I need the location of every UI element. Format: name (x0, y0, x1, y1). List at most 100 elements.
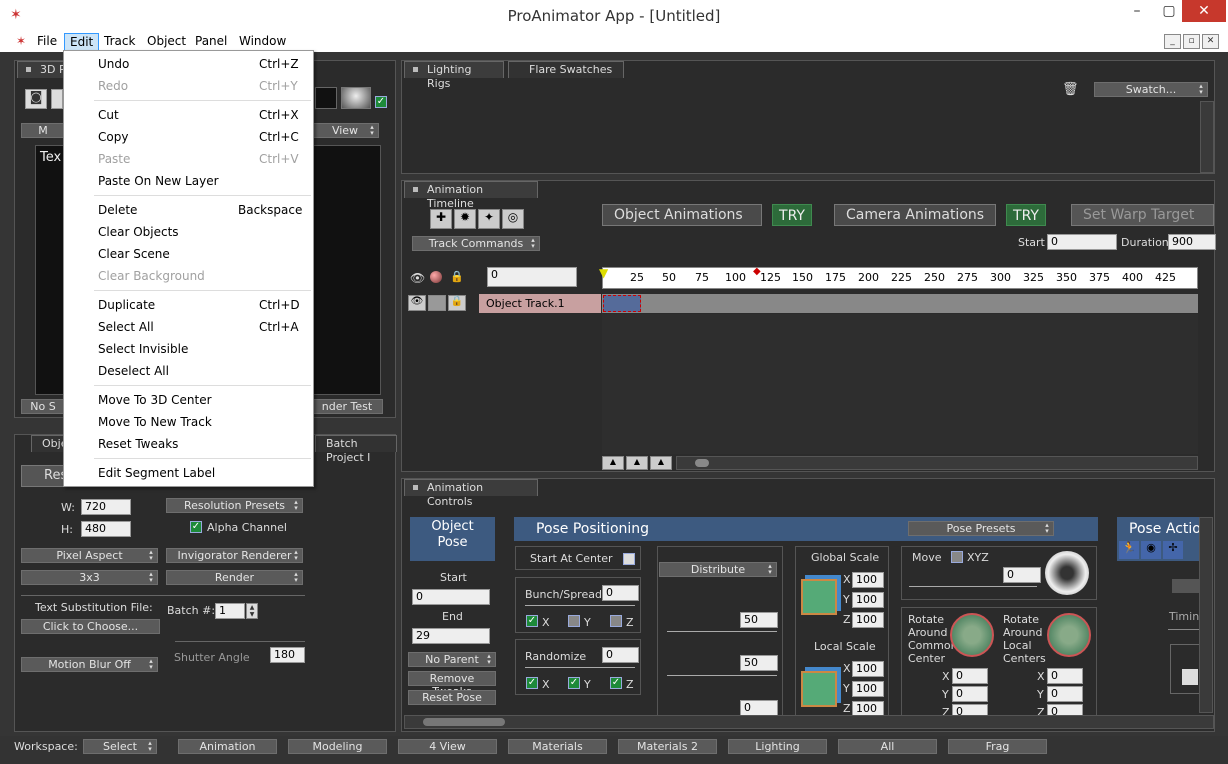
menu-file[interactable]: File (32, 33, 62, 49)
pixel-aspect-dropdown[interactable]: Pixel Aspect (21, 548, 158, 563)
menu-item-delete[interactable]: Delete Backspace (98, 200, 302, 220)
view-dropdown[interactable]: View (311, 123, 379, 138)
controls-hscrollbar[interactable] (404, 715, 1214, 729)
pose-action-spread-icon[interactable]: ✢ (1163, 541, 1183, 559)
track-lane[interactable] (602, 294, 1198, 313)
track-commands-dropdown[interactable]: Track Commands (412, 236, 540, 251)
reset-pose-button[interactable]: Reset Pose (408, 690, 496, 705)
resolution-presets-dropdown[interactable]: Resolution Presets (166, 498, 303, 513)
cube-view-icon[interactable] (51, 89, 63, 109)
menu-item-move-to-3d-center[interactable]: Move To 3D Center (98, 390, 293, 410)
distribute-value-3[interactable]: 0 (740, 700, 778, 716)
add-target-icon[interactable]: ◎ (502, 209, 524, 229)
rotate-local-globe-icon[interactable] (1047, 613, 1091, 657)
track-lock-icon[interactable]: 🔒 (448, 295, 466, 311)
workspace-select-dropdown[interactable]: Select (83, 739, 157, 754)
workspace-frag-button[interactable]: Frag (948, 739, 1047, 754)
menu-item-select-all[interactable]: Select All Ctrl+A (98, 317, 299, 337)
menu-item-redo[interactable]: Redo Ctrl+Y (98, 76, 298, 96)
zoom-in-icon[interactable]: ▲ (650, 456, 672, 470)
set-warp-target-button[interactable]: Set Warp Target (1071, 204, 1214, 226)
close-button[interactable]: ✕ (1182, 0, 1226, 22)
local-scale-x[interactable]: 100 (852, 661, 884, 677)
rotate-local-y[interactable]: 0 (1047, 686, 1083, 702)
duration-input[interactable]: 900 (1168, 234, 1216, 250)
pose-start-input[interactable]: 0 (412, 589, 490, 605)
menu-item-duplicate[interactable]: Duplicate Ctrl+D (98, 295, 300, 315)
rotate-local-x[interactable]: 0 (1047, 668, 1083, 684)
menu-panel[interactable]: Panel (190, 33, 232, 49)
global-scale-x[interactable]: 100 (852, 572, 884, 588)
trash-icon[interactable]: 🗑 (1062, 83, 1079, 97)
menu-track[interactable]: Track (99, 33, 140, 49)
minimize-button[interactable]: – (1122, 0, 1152, 22)
add-light-icon[interactable]: ✹ (454, 209, 476, 229)
background-swatch-icon[interactable] (341, 87, 371, 109)
zoom-out-icon[interactable]: ▲ (602, 456, 624, 470)
workspace-modeling-button[interactable]: Modeling (288, 739, 387, 754)
bunch-spread-input[interactable]: 0 (602, 585, 639, 601)
mdi-close-button[interactable]: ✕ (1202, 34, 1219, 49)
start-input[interactable]: 0 (1047, 234, 1117, 250)
alpha-channel-checkbox[interactable]: ✓ (190, 521, 202, 533)
workspace-animation-button[interactable]: Animation (178, 739, 277, 754)
antialias-grid-dropdown[interactable]: 3x3 (21, 570, 158, 585)
menu-item-copy[interactable]: Copy Ctrl+C (98, 127, 299, 147)
motion-blur-dropdown[interactable]: Motion Blur Off (21, 657, 158, 672)
no-parent-dropdown[interactable]: No Parent (408, 652, 496, 667)
local-scale-y[interactable]: 100 (852, 681, 884, 697)
width-input[interactable]: 720 (81, 499, 131, 515)
bunch-slider[interactable] (525, 605, 635, 606)
tab-batch-project[interactable]: Batch Project I (315, 435, 397, 464)
move-slider[interactable] (909, 586, 1037, 587)
tab-lighting-rigs[interactable]: Lighting Rigs (404, 61, 504, 90)
invigorator-renderer-dropdown[interactable]: Invigorator Renderer (166, 548, 303, 563)
object-track-label[interactable]: Object Track.1 (479, 294, 601, 313)
menu-item-clear-scene[interactable]: Clear Scene (98, 244, 293, 264)
workspace-4view-button[interactable]: 4 View (398, 739, 497, 754)
randomize-slider[interactable] (525, 667, 635, 668)
distribute-value-1[interactable]: 50 (740, 612, 778, 628)
tab-flare-swatches[interactable]: Flare Swatches (508, 61, 624, 78)
menu-item-cut[interactable]: Cut Ctrl+X (98, 105, 299, 125)
menu-item-clear-background[interactable]: Clear Background (98, 266, 293, 286)
click-to-choose-button[interactable]: Click to Choose... (21, 619, 160, 634)
randomize-z-checkbox[interactable]: ✓ (610, 677, 622, 689)
height-input[interactable]: 480 (81, 521, 131, 537)
object-animations-dropdown[interactable]: Object Animations (602, 204, 762, 226)
rotate-common-y[interactable]: 0 (952, 686, 988, 702)
menu-item-deselect-all[interactable]: Deselect All (98, 361, 293, 381)
track-visibility-icon[interactable]: 👁 (408, 295, 426, 311)
preview-enable-checkbox[interactable]: ✓ (375, 96, 387, 108)
menu-item-reset-tweaks[interactable]: Reset Tweaks (98, 434, 293, 454)
timeline-ruler[interactable]: ▼ ◆ 25 50 75 100 125 150 175 200 225 250 275 300 325… (599, 266, 1198, 289)
menu-item-clear-objects[interactable]: Clear Objects (98, 222, 293, 242)
camera-icon[interactable]: ◙ (25, 89, 47, 109)
try-object-button[interactable]: TRY (772, 204, 812, 226)
m-button[interactable]: M (21, 123, 65, 138)
pose-action-eye-icon[interactable]: ◉ (1141, 541, 1161, 559)
timeline-hscrollbar[interactable] (676, 456, 1198, 470)
remove-tweaks-button[interactable]: Remove Tweaks (408, 671, 496, 698)
batch-stepper[interactable]: ▲ ▼ (246, 603, 258, 619)
rotate-common-globe-icon[interactable] (950, 613, 994, 657)
move-xyz-checkbox[interactable] (951, 551, 963, 563)
randomize-y-checkbox[interactable]: ✓ (568, 677, 580, 689)
menu-edit[interactable]: Edit (64, 33, 100, 51)
start-at-center-checkbox[interactable] (623, 553, 635, 565)
current-frame-input[interactable]: 0 (487, 267, 577, 287)
zoom-mid-icon[interactable]: ▲ (626, 456, 648, 470)
pose-end-input[interactable]: 29 (412, 628, 490, 644)
bunch-x-checkbox[interactable]: ✓ (526, 615, 538, 627)
maximize-button[interactable]: ▢ (1154, 0, 1184, 22)
camera-animations-dropdown[interactable]: Camera Animations (834, 204, 996, 226)
global-scale-y[interactable]: 100 (852, 592, 884, 608)
menu-item-edit-segment-label[interactable]: Edit Segment Label (98, 463, 293, 483)
controls-vscrollbar[interactable] (1199, 517, 1213, 713)
add-object-icon[interactable]: ✚ (430, 209, 452, 229)
mdi-restore-button[interactable]: ▫ (1183, 34, 1200, 49)
swatch-dropdown[interactable]: Swatch... (1094, 82, 1208, 97)
add-particle-icon[interactable]: ✦ (478, 209, 500, 229)
track-segment[interactable] (603, 295, 641, 312)
lighting-scrollbar[interactable] (1200, 101, 1214, 173)
